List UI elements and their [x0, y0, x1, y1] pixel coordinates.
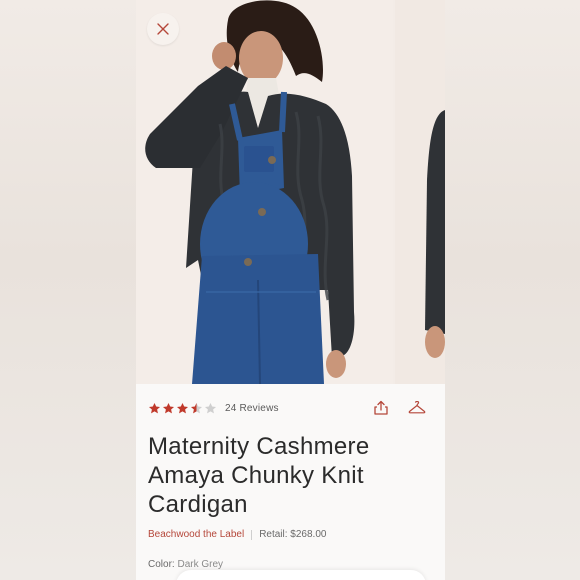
color-value: Dark Grey — [177, 559, 224, 570]
add-to-closet-button[interactable] — [403, 394, 431, 422]
star-icon — [162, 402, 175, 413]
product-title: Maternity Cashmere Amaya Chunky Knit Car… — [148, 433, 370, 518]
product-photo[interactable] — [136, 0, 393, 384]
share-icon[interactable] — [372, 399, 390, 417]
brand-link[interactable]: Beachwood the Label — [148, 529, 244, 540]
product-info: 24 Reviews Maternity Cashmere Amaya Chun… — [136, 384, 445, 580]
close-button[interactable] — [147, 13, 179, 45]
empty-star-icon — [204, 402, 217, 413]
product-meta: Beachwood the Label Retail: $268.00 — [148, 529, 326, 540]
star-icon — [148, 402, 161, 413]
image-gallery[interactable] — [136, 0, 445, 384]
rating-stars — [148, 402, 217, 415]
bottom-action-bar[interactable] — [176, 570, 426, 580]
color-label: Color: — [148, 559, 175, 570]
reviews-link[interactable]: 24 Reviews — [225, 403, 279, 414]
rating-row[interactable]: 24 Reviews — [148, 401, 279, 415]
background-left — [0, 0, 136, 580]
next-photo-preview[interactable] — [395, 0, 445, 384]
divider — [251, 529, 253, 540]
close-icon — [157, 23, 169, 35]
product-screen: 24 Reviews Maternity Cashmere Amaya Chun… — [136, 0, 445, 580]
retail-price: Retail: $268.00 — [259, 529, 327, 540]
star-icon — [176, 402, 189, 413]
background-right — [445, 0, 580, 580]
hanger-icon — [408, 401, 426, 414]
half-star-icon — [190, 402, 203, 413]
color-row: Color: Dark Grey — [148, 559, 223, 570]
